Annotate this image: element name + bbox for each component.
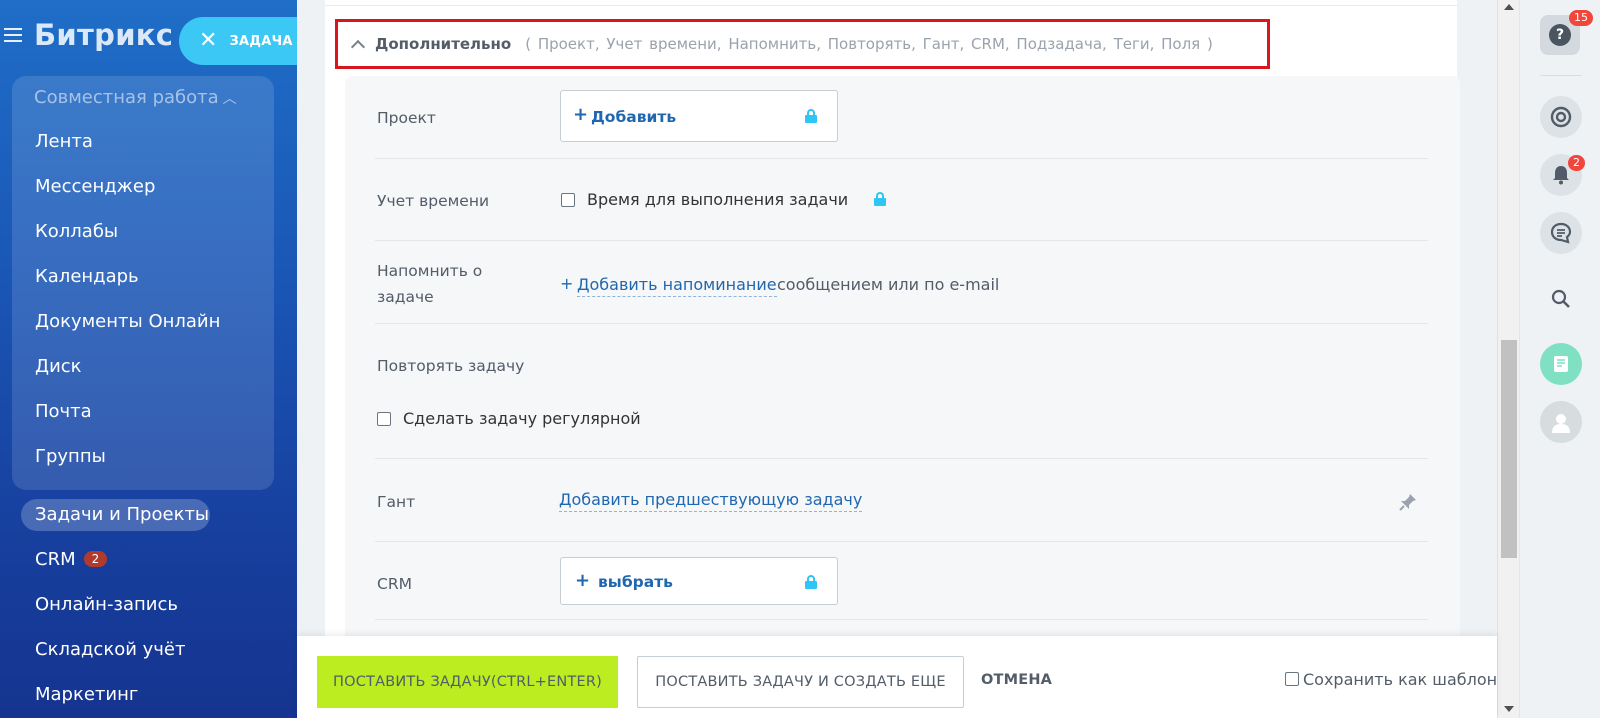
task-pill-button[interactable]: ✕ ЗАДАЧА [179,17,297,65]
sidebar-item-mail[interactable]: Почта [35,401,92,422]
crm-select-label: выбрать [598,573,673,591]
remind-label-line1: Напомнить о [377,262,483,280]
crm-count-badge: 2 [83,551,108,567]
divider [375,458,1428,459]
sidebar-item-crm[interactable]: CRM 2 [35,549,108,570]
cancel-button[interactable]: ОТМЕНА [981,672,1052,688]
chevron-up-icon: ︿ [222,91,237,107]
crm-label: CRM [377,575,412,593]
form-footer: ПОСТАВИТЬ ЗАДАЧУ(CTRL+ENTER) ПОСТАВИТЬ З… [297,636,1497,718]
time-tracking-label: Учет времени [377,192,490,210]
copilot-button[interactable] [1540,96,1582,138]
avatar[interactable] [1540,401,1582,443]
sidebar-item-marketing[interactable]: Маркетинг [35,684,138,705]
sidebar-item-booking[interactable]: Онлайн-запись [35,594,178,615]
remind-suffix: сообщением или по e-mail [777,275,1000,294]
close-icon: ✕ [199,28,218,53]
divider [375,240,1428,241]
lock-icon [805,109,817,123]
project-label: Проект [377,109,436,127]
project-add-label: Добавить [591,108,677,126]
divider [375,323,1428,324]
scroll-down-arrow-icon[interactable] [1504,706,1514,712]
submit-task-button[interactable]: ПОСТАВИТЬ ЗАДАЧУ(CTRL+ENTER) [317,656,618,708]
sidebar-item-tasks[interactable]: Задачи и Проекты [35,504,209,525]
plus-icon: + [560,274,574,293]
add-reminder-link[interactable]: Добавить напоминание [577,274,777,297]
sidebar-item-inventory[interactable]: Складской учёт [35,639,185,660]
repeat-label: Повторять задачу [377,357,525,375]
card-top-edge [325,0,1457,6]
lock-icon [874,192,886,206]
additional-title: Дополнительно [375,35,512,53]
crm-select-button[interactable]: + выбрать [560,557,838,605]
sidebar-item-groups[interactable]: Группы [35,446,106,467]
save-template-checkbox[interactable] [1285,672,1299,686]
additional-list: ( Проект, Учет времени, Напомнить, Повто… [525,35,1213,53]
lock-icon [805,575,817,589]
submit-and-create-more-button[interactable]: ПОСТАВИТЬ ЗАДАЧУ И СОЗДАТЬ ЕЩЕ [637,656,964,708]
scroll-up-arrow-icon[interactable] [1504,4,1514,10]
sidebar-item-collabs[interactable]: Коллабы [35,221,118,242]
sidebar-item-messenger[interactable]: Мессенджер [35,176,155,197]
scrollbar-thumb[interactable] [1501,340,1517,558]
scrollbar[interactable] [1497,0,1519,718]
chevron-up-icon [350,39,366,54]
chat-button[interactable] [1540,212,1582,254]
add-predecessor-link[interactable]: Добавить предшествующую задачу [559,489,863,512]
repeat-checkbox-label[interactable]: Сделать задачу регулярной [403,409,641,428]
divider [375,541,1428,542]
time-tracking-checkbox[interactable] [561,193,575,207]
divider [375,158,1428,159]
sidebar-item-docs[interactable]: Документы Онлайн [35,311,220,332]
additional-section-header[interactable]: Дополнительно ( Проект, Учет времени, На… [335,19,1270,69]
menu-icon[interactable] [4,28,22,42]
plus-icon: + [573,104,589,125]
notifications-badge: 2 [1568,155,1585,171]
sidebar-item-label: CRM [35,549,76,570]
time-tracking-checkbox-label[interactable]: Время для выполнения задачи [587,190,848,209]
document-icon [1554,356,1568,372]
logo-text: Битрикс [34,18,174,52]
save-template-label[interactable]: Сохранить как шаблон [1303,670,1497,689]
pin-icon[interactable] [1398,492,1418,512]
sidebar-item-feed[interactable]: Лента [35,131,93,152]
chat-icon [1550,222,1572,244]
gantt-label: Гант [377,493,416,511]
project-add-button[interactable]: + Добавить [560,90,838,142]
right-panel: ? 15 2 [1519,0,1600,718]
task-pill-label: ЗАДАЧА [229,33,293,49]
sidebar-item-calendar[interactable]: Календарь [35,266,139,287]
remind-label-line2: задаче [377,288,434,306]
help-icon: ? [1549,24,1571,46]
search-button[interactable] [1540,278,1582,320]
search-icon [1551,289,1570,308]
user-icon [1552,414,1570,433]
divider [375,619,1428,620]
group-header[interactable]: Совместная работа ︿ [34,87,237,108]
left-sidebar: Битрикс 2 ✕ ЗАДАЧА Совместная работа︿ Ле… [0,0,297,718]
copilot-icon [1550,106,1572,128]
help-badge: 15 [1569,10,1593,26]
app-button[interactable] [1540,343,1582,385]
repeat-checkbox[interactable] [377,412,391,426]
group-title: Совместная работа [34,87,219,108]
sidebar-item-disk[interactable]: Диск [35,356,82,377]
plus-icon: + [575,570,591,591]
divider [1540,75,1582,76]
